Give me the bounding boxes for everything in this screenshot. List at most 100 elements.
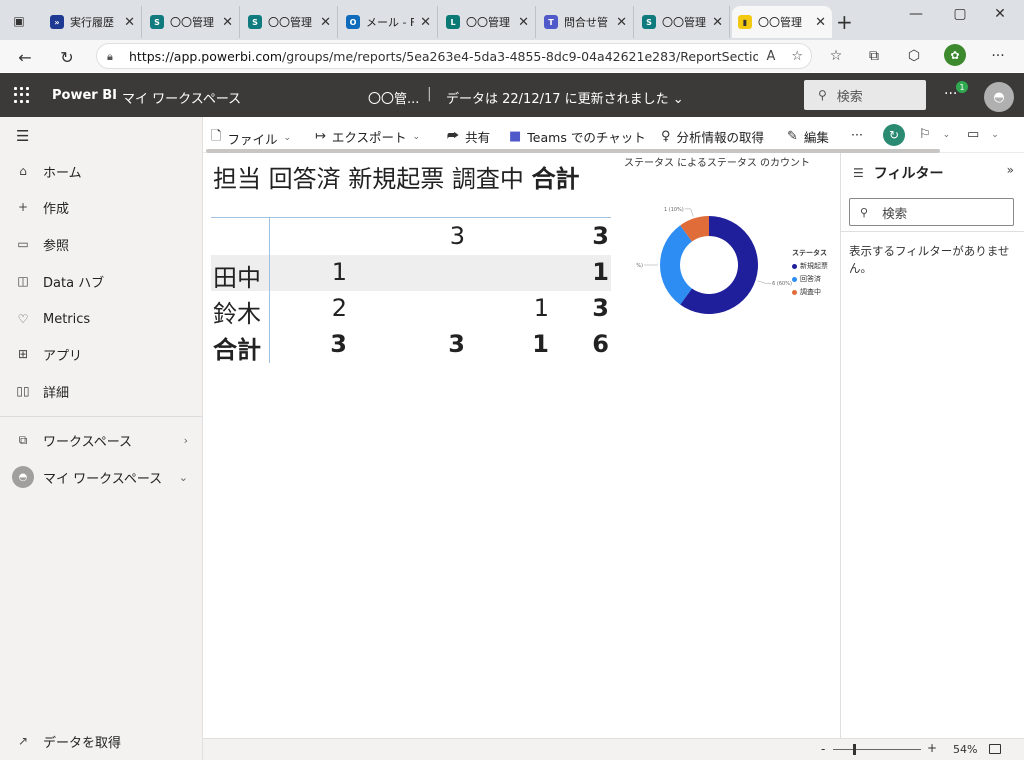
tab-title: メール - F	[366, 16, 415, 29]
minimize-button[interactable]: —	[896, 6, 936, 22]
tab-actions-icon[interactable]: ▣	[6, 8, 32, 34]
maximize-button[interactable]: ▢	[940, 6, 980, 22]
fit-to-page-icon[interactable]	[989, 744, 1001, 754]
teams-chat-button[interactable]: ■ Teams でのチャット	[509, 127, 646, 146]
close-tab-icon[interactable]: ✕	[222, 15, 233, 30]
tab-favicon-icon: L	[446, 15, 460, 29]
bookmark-button[interactable]: ⚐ ⌄	[919, 127, 950, 142]
refresh-info[interactable]: データは 22/12/17 に更新されました ⌄	[446, 88, 684, 107]
nav-item[interactable]: ▯▯ 詳細	[0, 375, 202, 407]
nav-icon: ⊞	[17, 347, 29, 361]
refresh-icon[interactable]: ↻	[56, 46, 78, 68]
zoom-slider-thumb[interactable]	[853, 744, 856, 755]
matrix-row[interactable]: 33	[211, 219, 611, 255]
close-tab-icon[interactable]: ✕	[124, 15, 135, 30]
nav-divider	[0, 416, 202, 417]
powerbi-brand[interactable]: Power BI	[52, 88, 117, 103]
nav-item[interactable]: ▭ 参照	[0, 228, 202, 260]
close-tab-icon[interactable]: ✕	[616, 15, 627, 30]
nav-item[interactable]: ⊞ アプリ	[0, 338, 202, 370]
share-button[interactable]: ⮫ 共有	[447, 127, 490, 146]
export-icon: ↦	[315, 129, 326, 144]
browser-tab[interactable]: » 実行履歴 ✕	[44, 6, 142, 38]
matrix-header: 新規起票	[348, 165, 445, 193]
browser-tab[interactable]: S 〇〇管理 ✕	[636, 6, 730, 38]
chevron-right-icon: ›	[183, 433, 188, 447]
browser-menu-icon[interactable]: ···	[988, 48, 1008, 66]
close-tab-icon[interactable]: ✕	[815, 15, 826, 30]
my-workspace-avatar-icon: ◓	[12, 466, 34, 488]
browser-tab[interactable]: S 〇〇管理 ✕	[144, 6, 240, 38]
extensions-icon[interactable]: ⬡	[904, 48, 924, 66]
legend-item[interactable]: 新規起票	[792, 261, 828, 271]
back-arrow-icon[interactable]: ←	[14, 46, 36, 68]
insights-label: 分析情報の取得	[676, 130, 765, 145]
edit-button[interactable]: ✎ 編集	[787, 127, 829, 146]
close-tab-icon[interactable]: ✕	[518, 15, 529, 30]
favorite-star-icon[interactable]: ☆	[791, 49, 803, 64]
matrix-row[interactable]: 合計 3 3 1 6	[211, 327, 611, 364]
app-launcher-icon[interactable]	[14, 87, 30, 103]
user-avatar[interactable]: ◓	[984, 82, 1014, 112]
tab-favicon-icon: T	[544, 15, 558, 29]
legend-item[interactable]: 回答済	[792, 274, 828, 284]
filter-title-label: フィルター	[873, 166, 944, 182]
zoom-in-button[interactable]: +	[927, 741, 937, 755]
nav-item[interactable]: ♡ Metrics	[0, 303, 202, 335]
browser-tab[interactable]: O メール - F ✕	[340, 6, 438, 38]
close-tab-icon[interactable]: ✕	[420, 15, 431, 30]
close-tab-icon[interactable]: ✕	[712, 15, 723, 30]
nav-item[interactable]: + 作成	[0, 191, 202, 223]
nav-item[interactable]: ⌂ ホーム	[0, 155, 202, 187]
data-label-leader	[757, 280, 772, 284]
favorites-icon[interactable]: ☆	[826, 48, 846, 66]
legend-label: 調査中	[800, 288, 821, 296]
hamburger-icon[interactable]: ☰	[16, 127, 29, 145]
nav-icon: ♡	[17, 312, 29, 326]
new-tab-button[interactable]: +	[836, 10, 853, 34]
browser-tab[interactable]: S 〇〇管理 ✕	[242, 6, 338, 38]
more-toolbar-button[interactable]: ···	[851, 127, 863, 142]
browser-profile-avatar[interactable]: ✿	[944, 44, 966, 66]
insights-button[interactable]: ♀ 分析情報の取得	[661, 127, 764, 146]
matrix-header-row: 担当 回答済 新規起票 調査中 合計	[213, 159, 580, 194]
nav-item-label: 参照	[43, 238, 70, 254]
lock-icon: 🔒︎	[107, 50, 113, 63]
report-toolbar: 🗋︎ ファイル ⌄ ↦ エクスポート ⌄ ⮫ 共有 ■ Teams でのチャット ♀ 分析情報…	[203, 117, 1024, 153]
nav-item-workspaces[interactable]: ⧉ ワークスペース ›	[0, 424, 202, 456]
close-tab-icon[interactable]: ✕	[320, 15, 331, 30]
donut-slice[interactable]	[660, 225, 692, 305]
share-icon: ⮫	[447, 129, 460, 144]
view-button[interactable]: ▭ ⌄	[967, 127, 999, 142]
close-window-button[interactable]: ✕	[980, 6, 1020, 22]
lightbulb-icon: ♀	[661, 129, 671, 144]
export-menu-button[interactable]: ↦ エクスポート ⌄	[315, 127, 420, 146]
matrix-cell: 3	[448, 330, 465, 358]
nav-item-label: データを取得	[43, 735, 122, 751]
browser-tab[interactable]: T 問合せ管 ✕	[538, 6, 634, 38]
file-menu-button[interactable]: 🗋︎ ファイル ⌄	[211, 127, 291, 149]
matrix-row[interactable]: 田中 1 1	[211, 255, 611, 292]
legend-item[interactable]: 調査中	[792, 287, 828, 297]
filter-search-input[interactable]: ⚲ 検索	[849, 198, 1014, 226]
read-aloud-icon[interactable]: A	[766, 49, 775, 64]
report-name[interactable]: 〇〇管...	[368, 88, 419, 107]
url-field[interactable]: 🔒︎ https://app.powerbi.com/groups/me/rep…	[96, 43, 812, 69]
tab-title: 〇〇管理	[662, 16, 706, 29]
collapse-pane-icon[interactable]: »	[1007, 163, 1014, 177]
nav-item-my-workspace[interactable]: ◓ マイ ワークスペース ⌄	[0, 461, 202, 493]
nav-item-get-data[interactable]: ↗ データを取得	[0, 725, 202, 757]
matrix-column-divider	[269, 217, 270, 363]
global-search-input[interactable]: ⚲ 検索	[804, 80, 926, 110]
zoom-slider[interactable]	[833, 749, 921, 750]
refresh-visuals-icon[interactable]: ↻	[883, 124, 905, 146]
collections-icon[interactable]: ⧉	[864, 48, 884, 66]
matrix-cell: 3	[592, 222, 609, 250]
nav-item[interactable]: ◫ Data ハブ	[0, 265, 202, 297]
matrix-row[interactable]: 鈴木 2 1 3	[211, 291, 611, 328]
workspace-breadcrumb[interactable]: マイ ワークスペース	[122, 88, 241, 107]
browser-tab[interactable]: ▮ 〇〇管理 ✕	[732, 6, 832, 38]
browser-tab[interactable]: L 〇〇管理 ✕	[440, 6, 536, 38]
zoom-out-button[interactable]: -	[821, 742, 825, 756]
tab-favicon-icon: S	[248, 15, 262, 29]
